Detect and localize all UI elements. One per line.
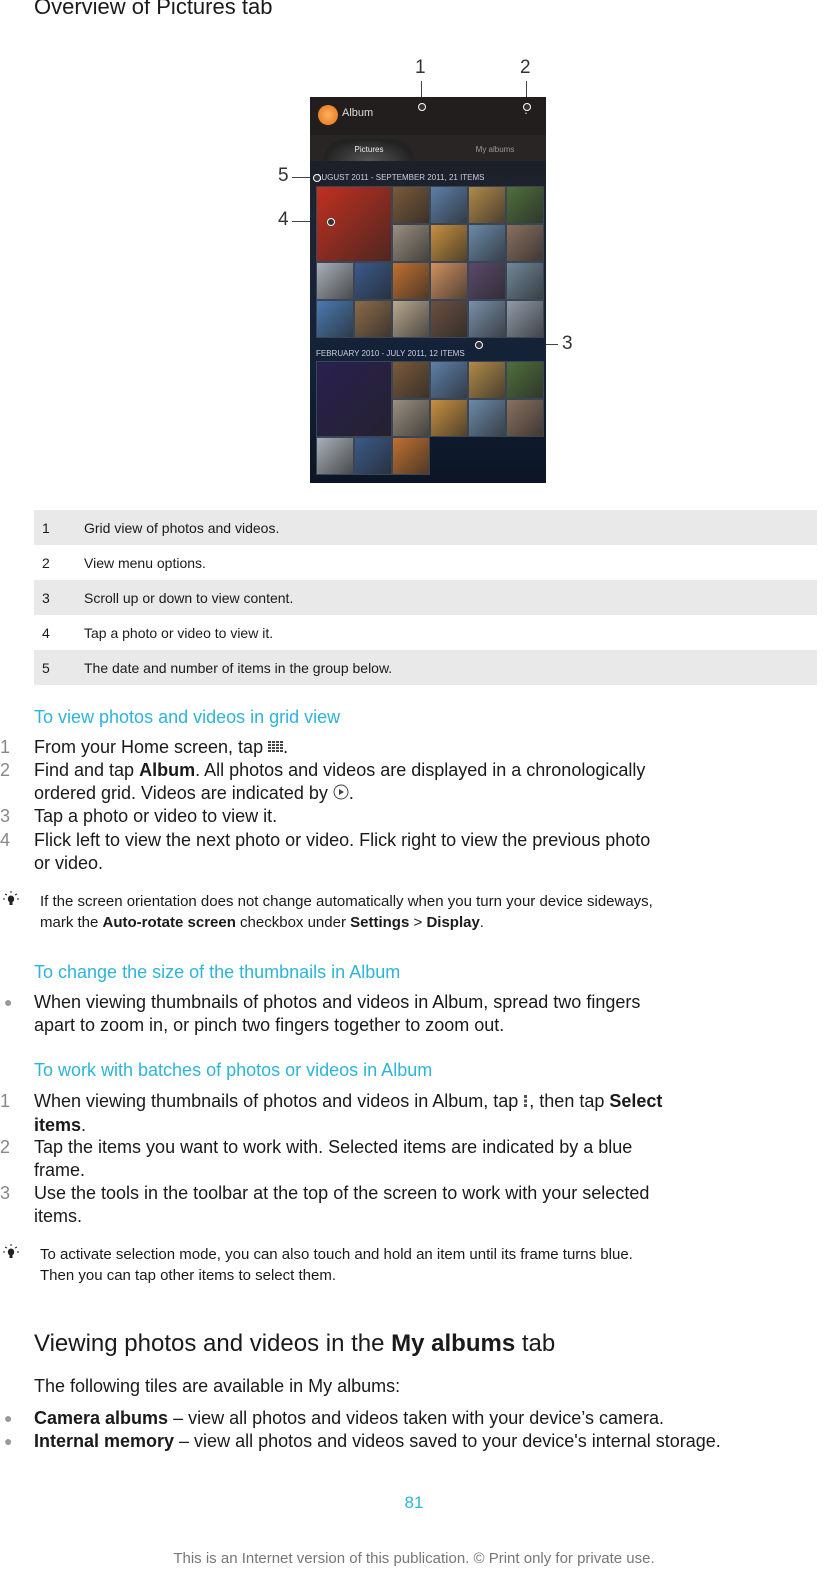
pictures-tab-figure: 1 2 3 4 5 Album ⋮ Pictures My albums AUG… [270,55,590,495]
legend-row: 1 Grid view of photos and videos. [34,510,817,545]
photo-thumbnail[interactable] [430,361,468,399]
step-3: 3 Use the tools in the toolbar at the to… [0,1183,650,1226]
section-heading-grid-view: To view photos and videos in grid view [34,707,341,727]
legend-text: Scroll up or down to view content. [84,589,294,606]
photo-thumbnail[interactable] [430,262,468,300]
photo-thumbnail[interactable] [392,186,430,224]
photo-thumbnail[interactable] [430,300,468,338]
photo-thumbnail[interactable] [506,361,544,399]
step-2: 2 Tap the items you want to work with. S… [0,1137,633,1180]
tab-pictures[interactable]: Pictures [324,139,414,161]
group-header: FEBRUARY 2010 - JULY 2011, 12 ITEMS [316,349,465,358]
legend-text: Grid view of photos and videos. [84,519,280,536]
tip-auto-rotate: If the screen orientation does not chang… [40,893,653,931]
legend-row: 2 View menu options. [34,545,817,580]
callout-3: 3 [562,333,573,354]
photo-thumbnail[interactable] [316,262,354,300]
photo-thumbnail[interactable] [468,186,506,224]
legend-row: 3 Scroll up or down to view content. [34,580,817,615]
callout-dot-5 [313,174,321,182]
photo-thumbnail[interactable] [506,399,544,437]
page-title: Overview of Pictures tab [34,0,273,19]
legend-text: View menu options. [84,554,206,571]
photo-thumbnail[interactable] [316,361,392,437]
callout-dot-1 [418,103,426,111]
step-3: 3 Tap a photo or video to view it. [0,806,278,826]
video-play-icon [333,783,349,806]
photo-thumbnail[interactable] [430,224,468,262]
callout-1: 1 [415,57,426,78]
step-2: 2 Find and tap Album. All photos and vid… [0,759,774,806]
bullet-dot: ● [4,1433,13,1449]
bullet-dot: ● [4,994,13,1010]
section-heading-batches: To work with batches of photos or videos… [34,1060,433,1080]
photo-thumbnail[interactable] [468,262,506,300]
photo-thumbnail[interactable] [468,399,506,437]
intro-text: The following tiles are available in My … [34,1376,401,1396]
photo-thumbnail[interactable] [506,224,544,262]
step-1: 1 When viewing thumbnails of photos and … [0,1091,663,1135]
callout-dot-2 [523,103,531,111]
tab-my-albums[interactable]: My albums [450,139,540,161]
apps-grid-icon [268,737,284,760]
tip-lightbulb-icon [2,891,20,910]
legend-row: 5 The date and number of items in the gro… [34,650,817,685]
action-bar: Album ⋮ [310,97,546,135]
photo-thumbnail[interactable] [392,300,430,338]
section-heading-thumbnail-size: To change the size of the thumbnails in … [34,962,401,982]
legend-number: 4 [42,624,50,641]
phone-screen: Album ⋮ Pictures My albums AUGUST 2011 -… [310,97,546,483]
bullet-item: ● When viewing thumbnails of photos and … [4,992,641,1035]
legend-number: 1 [42,519,50,536]
section-heading-my-albums: Viewing photos and videos in the My albu… [34,1330,556,1357]
legend-row: 4 Tap a photo or video to view it. [34,615,817,650]
callout-dot-3 [475,341,483,349]
callout-5: 5 [278,165,289,186]
photo-thumbnail[interactable] [354,262,392,300]
photo-thumbnail[interactable] [316,300,354,338]
album-app-icon [318,105,338,125]
step-4: 4 Flick left to view the next photo or v… [0,830,651,873]
photo-thumbnail[interactable] [354,300,392,338]
tab-bar: Pictures My albums [310,135,546,161]
photo-thumbnail[interactable] [392,399,430,437]
callout-dot-4 [327,218,335,226]
footer-notice: This is an Internet version of this publ… [173,1550,655,1567]
app-title: Album [342,107,374,119]
photo-thumbnail[interactable] [392,262,430,300]
photo-thumbnail[interactable] [430,399,468,437]
photo-thumbnail[interactable] [392,437,430,475]
photo-thumbnail[interactable] [468,300,506,338]
bullet-item: ● Camera albums – view all photos and vi… [4,1408,664,1428]
photo-thumbnail[interactable] [392,361,430,399]
page-number: 81 [404,1493,424,1512]
step-1: 1 From your Home screen, tap . [0,736,774,760]
photo-thumbnail[interactable] [354,437,392,475]
legend-text: Tap a photo or video to view it. [84,624,274,641]
tip-lightbulb-icon [2,1244,20,1263]
photo-thumbnail[interactable] [506,186,544,224]
photo-thumbnail[interactable] [506,300,544,338]
callout-2: 2 [520,57,531,78]
group-header: AUGUST 2011 - SEPTEMBER 2011, 21 ITEMS [316,173,485,182]
bullet-dot: ● [4,1410,13,1426]
legend-number: 5 [42,659,50,676]
tip-selection-mode: To activate selection mode, you can also… [40,1246,633,1284]
callout-4: 4 [278,209,289,230]
photo-thumbnail[interactable] [392,224,430,262]
legend-number: 3 [42,589,50,606]
legend-number: 2 [42,554,50,571]
bullet-item: ● Internal memory – view all photos and … [4,1431,721,1451]
photo-thumbnail[interactable] [506,262,544,300]
photo-thumbnail[interactable] [468,224,506,262]
photo-thumbnail[interactable] [468,361,506,399]
callout-legend-table: 1 Grid view of photos and videos. 2 View me… [34,510,817,685]
photo-thumbnail[interactable] [430,186,468,224]
legend-text: The date and number of items in the grou… [84,659,393,676]
photo-thumbnail[interactable] [316,437,354,475]
